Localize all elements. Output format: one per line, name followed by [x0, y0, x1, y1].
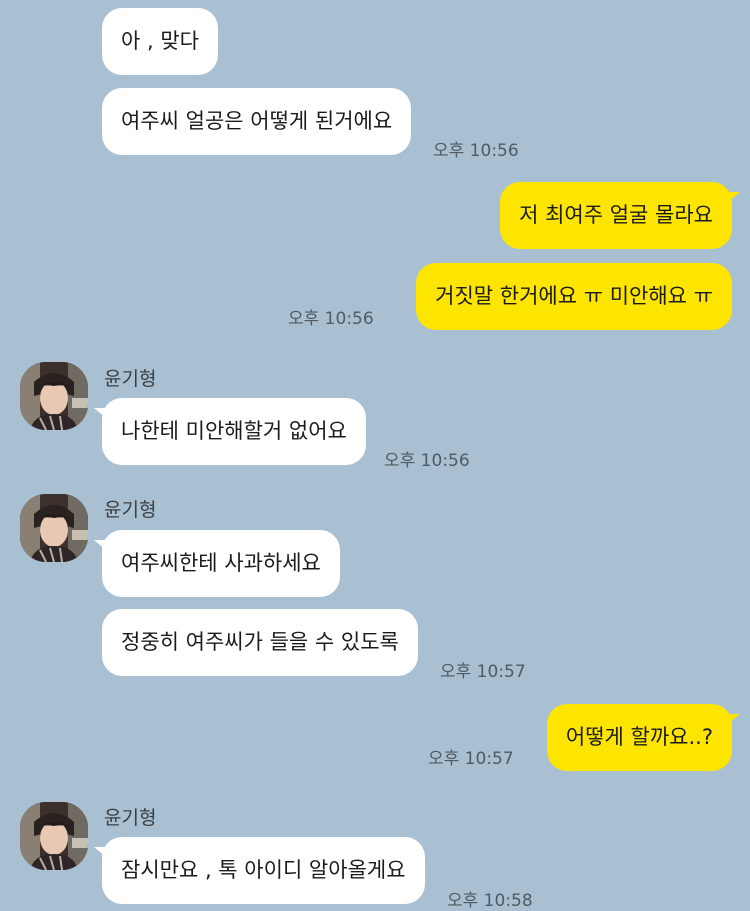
sender-avatar[interactable] — [20, 362, 88, 430]
message-bubble-incoming[interactable]: 여주씨 얼공은 어떻게 된거에요 — [102, 88, 412, 155]
chat-message-list[interactable]: 아 , 맞다 여주씨 얼공은 어떻게 된거에요 오후 10:56 저 최여주 얼… — [0, 0, 750, 911]
profile-photo-icon — [20, 362, 88, 430]
message-timestamp: 오후 10:57 — [428, 749, 514, 769]
profile-photo-icon — [20, 494, 88, 562]
message-timestamp: 오후 10:56 — [433, 141, 519, 161]
message-bubble-incoming[interactable]: 나한테 미안해할거 없어요 — [94, 398, 366, 465]
message-timestamp: 오후 10:56 — [384, 451, 470, 471]
sender-name: 윤기형 — [104, 368, 157, 390]
message-timestamp: 오후 10:57 — [440, 662, 526, 682]
message-bubble-incoming[interactable]: 아 , 맞다 — [102, 8, 218, 75]
message-bubble-outgoing[interactable]: 저 최여주 얼굴 몰라요 — [500, 182, 740, 249]
message-bubble-outgoing[interactable]: 거짓말 한거에요 ㅠ 미안해요 ㅠ — [416, 263, 732, 330]
sender-name: 윤기형 — [104, 499, 157, 521]
message-bubble-incoming[interactable]: 정중히 여주씨가 들을 수 있도록 — [102, 609, 418, 676]
sender-name: 윤기형 — [104, 807, 157, 829]
message-bubble-outgoing[interactable]: 어떻게 할까요..? — [546, 704, 741, 771]
message-timestamp: 오후 10:58 — [447, 891, 533, 911]
message-bubble-incoming[interactable]: 잠시만요 , 톡 아이디 알아올게요 — [94, 837, 425, 904]
message-timestamp: 오후 10:56 — [288, 309, 374, 329]
sender-avatar[interactable] — [20, 802, 88, 870]
profile-photo-icon — [20, 802, 88, 870]
sender-avatar[interactable] — [20, 494, 88, 562]
message-bubble-incoming[interactable]: 여주씨한테 사과하세요 — [94, 530, 340, 597]
